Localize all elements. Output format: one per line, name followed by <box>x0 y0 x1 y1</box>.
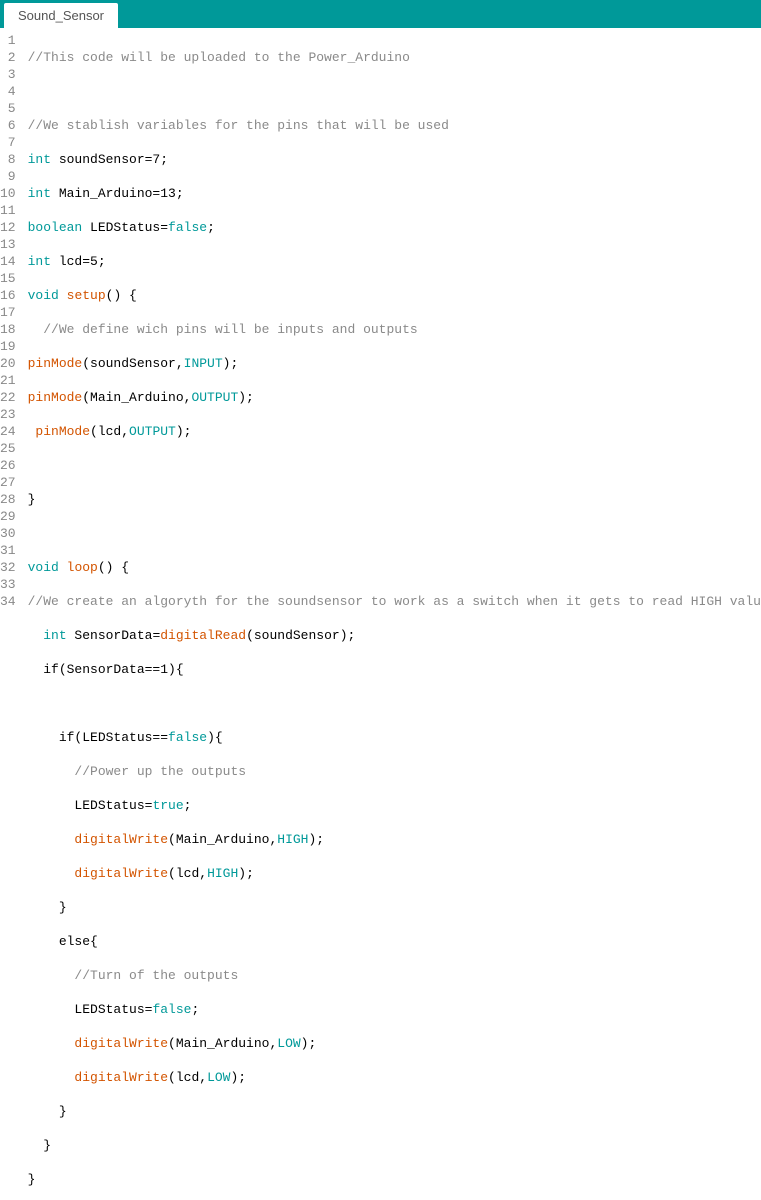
code-area[interactable]: //This code will be uploaded to the Powe… <box>22 28 761 1200</box>
code-line: boolean LEDStatus=false; <box>28 219 761 236</box>
line-gutter: 1 2 3 4 5 6 7 8 9 10 11 12 13 14 15 16 1… <box>0 28 22 1200</box>
code-line: } <box>28 1171 761 1188</box>
code-line: int SensorData=digitalRead(soundSensor); <box>28 627 761 644</box>
code-line: //This code will be uploaded to the Powe… <box>28 49 761 66</box>
line-num: 3 <box>0 66 16 83</box>
code-line: LEDStatus=false; <box>28 1001 761 1018</box>
code-line: digitalWrite(lcd,HIGH); <box>28 865 761 882</box>
line-num: 4 <box>0 83 16 100</box>
code-line: //We define wich pins will be inputs and… <box>28 321 761 338</box>
line-num: 23 <box>0 406 16 423</box>
code-line: void loop() { <box>28 559 761 576</box>
tab-sound-sensor[interactable]: Sound_Sensor <box>4 3 118 28</box>
line-num: 26 <box>0 457 16 474</box>
line-num: 31 <box>0 542 16 559</box>
line-num: 10 <box>0 185 16 202</box>
line-num: 7 <box>0 134 16 151</box>
line-num: 18 <box>0 321 16 338</box>
code-line <box>28 457 761 474</box>
line-num: 27 <box>0 474 16 491</box>
code-line: if(LEDStatus==false){ <box>28 729 761 746</box>
line-num: 15 <box>0 270 16 287</box>
code-line: pinMode(Main_Arduino,OUTPUT); <box>28 389 761 406</box>
code-line: else{ <box>28 933 761 950</box>
line-num: 30 <box>0 525 16 542</box>
line-num: 13 <box>0 236 16 253</box>
code-line: //Turn of the outputs <box>28 967 761 984</box>
line-num: 34 <box>0 593 16 610</box>
line-num: 12 <box>0 219 16 236</box>
line-num: 21 <box>0 372 16 389</box>
line-num: 17 <box>0 304 16 321</box>
code-line: int Main_Arduino=13; <box>28 185 761 202</box>
code-line: digitalWrite(Main_Arduino,LOW); <box>28 1035 761 1052</box>
line-num: 19 <box>0 338 16 355</box>
code-line: if(SensorData==1){ <box>28 661 761 678</box>
line-num: 33 <box>0 576 16 593</box>
code-line: digitalWrite(lcd,LOW); <box>28 1069 761 1086</box>
line-num: 5 <box>0 100 16 117</box>
line-num: 28 <box>0 491 16 508</box>
line-num: 25 <box>0 440 16 457</box>
line-num: 14 <box>0 253 16 270</box>
code-line: pinMode(lcd,OUTPUT); <box>28 423 761 440</box>
line-num: 6 <box>0 117 16 134</box>
code-line: } <box>28 1137 761 1154</box>
line-num: 1 <box>0 32 16 49</box>
code-line: //We stablish variables for the pins tha… <box>28 117 761 134</box>
line-num: 11 <box>0 202 16 219</box>
code-line <box>28 525 761 542</box>
code-line: pinMode(soundSensor,INPUT); <box>28 355 761 372</box>
code-editor[interactable]: 1 2 3 4 5 6 7 8 9 10 11 12 13 14 15 16 1… <box>0 28 761 1200</box>
line-num: 24 <box>0 423 16 440</box>
code-line <box>28 83 761 100</box>
code-line: //Power up the outputs <box>28 763 761 780</box>
code-line: } <box>28 899 761 916</box>
header-bar: Sound_Sensor <box>0 0 761 28</box>
code-line: } <box>28 1103 761 1120</box>
line-num: 16 <box>0 287 16 304</box>
code-line: //We create an algoryth for the soundsen… <box>28 593 761 610</box>
code-line: int soundSensor=7; <box>28 151 761 168</box>
line-num: 29 <box>0 508 16 525</box>
line-num: 2 <box>0 49 16 66</box>
code-line: } <box>28 491 761 508</box>
line-num: 20 <box>0 355 16 372</box>
line-num: 8 <box>0 151 16 168</box>
code-line: digitalWrite(Main_Arduino,HIGH); <box>28 831 761 848</box>
code-line: LEDStatus=true; <box>28 797 761 814</box>
line-num: 32 <box>0 559 16 576</box>
line-num: 22 <box>0 389 16 406</box>
code-line: int lcd=5; <box>28 253 761 270</box>
code-line: void setup() { <box>28 287 761 304</box>
code-line <box>28 695 761 712</box>
line-num: 9 <box>0 168 16 185</box>
